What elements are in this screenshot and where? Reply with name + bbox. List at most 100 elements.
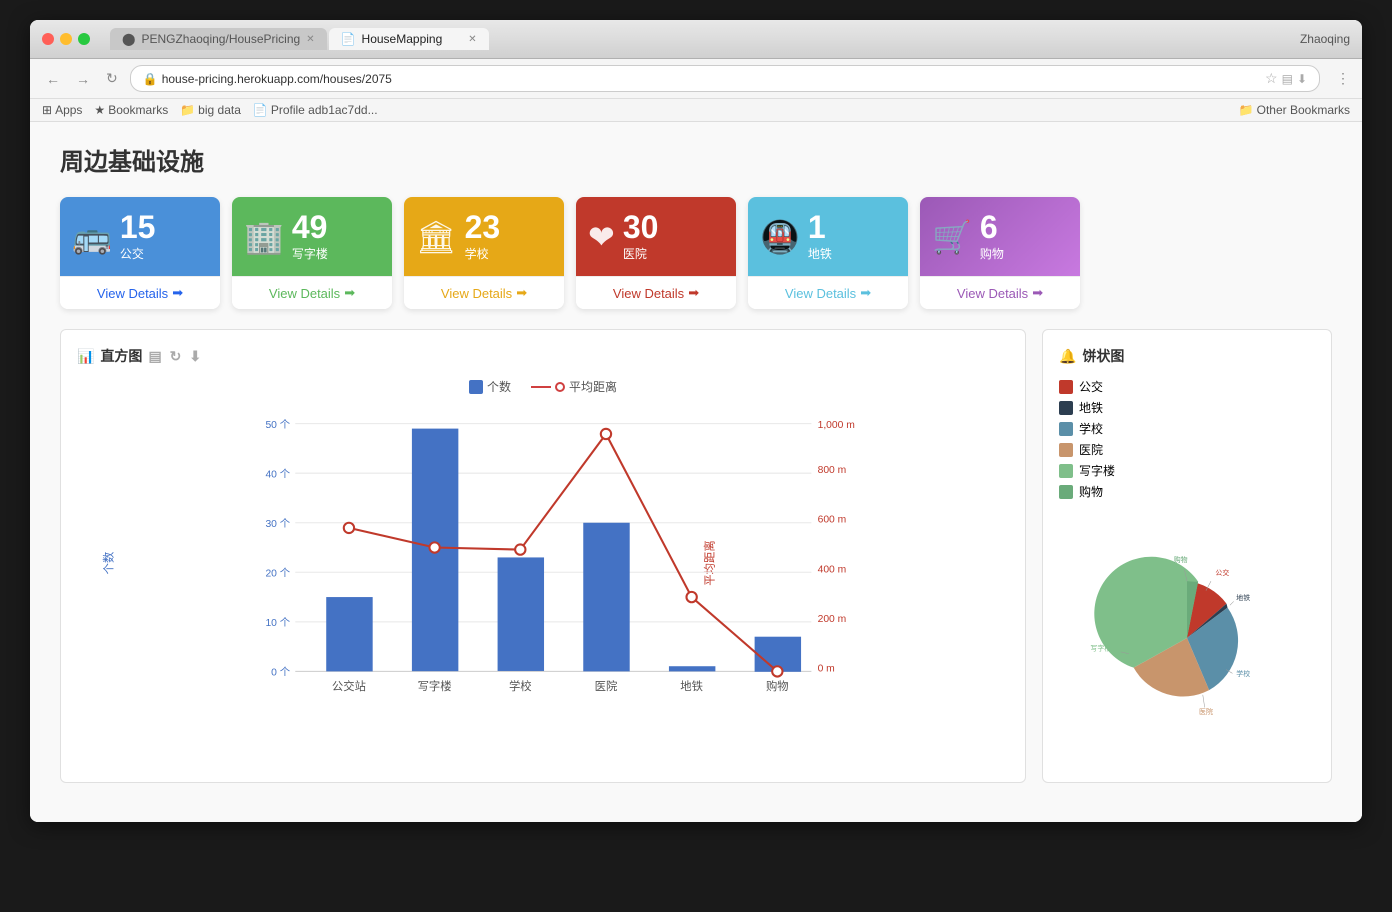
url-bar[interactable]: 🔒 house-pricing.herokuapp.com/houses/207… [130, 65, 1320, 92]
pie-svg: 公交 地铁 学校 医院 写字楼 购物 [1067, 518, 1307, 758]
charts-area: 📊 直方图 ▤ ↻ ⬇ 个数 [60, 329, 1332, 783]
metro-label: 地铁 [808, 245, 832, 262]
shopping-icon: 🛒 [932, 218, 972, 256]
pie-color-bus [1059, 380, 1073, 394]
hospital-view-details-button[interactable]: View Details ➡ [576, 276, 736, 309]
metro-view-details-button[interactable]: View Details ➡ [748, 276, 908, 309]
svg-text:600 m: 600 m [818, 515, 847, 526]
stat-card-school: 🏛 23 学校 View Details ➡ [404, 197, 564, 309]
line-point-school [515, 544, 525, 554]
tab-close-button[interactable]: ✕ [468, 34, 476, 45]
bookmark-apps[interactable]: ⊞ Apps [42, 103, 82, 117]
bar-metro[interactable] [669, 666, 715, 671]
svg-text:30 个: 30 个 [265, 518, 290, 530]
bookmark-profile[interactable]: 📄 Profile adb1ac7dd... [253, 103, 378, 117]
bus-view-details-button[interactable]: View Details ➡ [60, 276, 220, 309]
pie-container: 公交 地铁 学校 医院 写字楼 购物 [1059, 510, 1315, 766]
pie-color-hospital [1059, 443, 1073, 457]
bigdata-label: big data [198, 103, 241, 117]
tab-label: PENGZhaoqing/HousePricing [141, 32, 300, 46]
pie-color-metro [1059, 401, 1073, 415]
metro-count: 1 [808, 211, 826, 243]
folder-icon: 📁 [180, 103, 195, 117]
arrow-icon: ➡ [860, 285, 871, 301]
user-label: Zhaoqing [1300, 32, 1350, 46]
office-view-details-button[interactable]: View Details ➡ [232, 276, 392, 309]
browser-window: ⬤ PENGZhaoqing/HousePricing ✕ 📄 HouseMap… [30, 20, 1362, 822]
bar-hospital[interactable] [583, 523, 629, 672]
histogram-icon: 📊 [77, 348, 94, 365]
close-button[interactable] [42, 33, 54, 45]
bookmark-other[interactable]: 📁 Other Bookmarks [1239, 103, 1350, 117]
pie-label-text-bus: 公交 [1215, 568, 1229, 577]
bar-bus[interactable] [326, 597, 372, 671]
download-chart-icon[interactable]: ⬇ [189, 348, 201, 365]
menu-icon[interactable]: ⋮ [1336, 70, 1350, 87]
pie-label-text-school: 学校 [1236, 669, 1250, 678]
tab-close-button[interactable]: ✕ [306, 34, 314, 45]
svg-text:0 m: 0 m [818, 663, 835, 674]
svg-text:10 个: 10 个 [265, 617, 290, 629]
school-view-details-button[interactable]: View Details ➡ [404, 276, 564, 309]
stat-card-top-metro: 🚇 1 地铁 [748, 197, 908, 276]
chart-legend: 个数 平均距离 [77, 378, 1009, 395]
svg-text:400 m: 400 m [818, 564, 847, 575]
view-details-label: View Details [269, 286, 340, 301]
svg-text:40 个: 40 个 [265, 468, 290, 480]
view-details-label: View Details [613, 286, 684, 301]
hospital-count: 30 [623, 211, 659, 243]
stat-card-top-hospital: ❤ 30 医院 [576, 197, 736, 276]
back-button[interactable]: ← [42, 69, 64, 89]
nav-extra: ⋮ [1336, 70, 1350, 87]
line-point-office [429, 542, 439, 552]
bookmark-bookmarks[interactable]: ★ Bookmarks [94, 103, 168, 117]
office-label: 写字楼 [292, 245, 328, 262]
svg-text:购物: 购物 [766, 679, 789, 693]
page-content: 周边基础设施 🚌 15 公交 View Details ➡ [30, 122, 1362, 822]
pie-label-metro: 地铁 [1079, 399, 1103, 416]
shopping-label: 购物 [980, 245, 1004, 262]
pie-title: 🔔 饼状图 [1059, 346, 1315, 366]
pie-label-shopping: 购物 [1079, 483, 1103, 500]
stat-card-metro: 🚇 1 地铁 View Details ➡ [748, 197, 908, 309]
svg-text:1,000 m: 1,000 m [818, 420, 855, 431]
bar-school[interactable] [498, 557, 544, 671]
bookmark-bigdata[interactable]: 📁 big data [180, 103, 241, 117]
reload-button[interactable]: ↻ [102, 68, 122, 89]
bookmark-star-icon[interactable]: ☆ [1265, 70, 1278, 87]
table-icon[interactable]: ▤ [148, 348, 161, 365]
stat-card-top-shopping: 🛒 6 购物 [920, 197, 1080, 276]
pie-label-office: 写字楼 [1079, 462, 1115, 479]
avg-circle [555, 382, 565, 392]
pie-color-office [1059, 464, 1073, 478]
svg-text:公交站: 公交站 [332, 679, 366, 693]
chart-actions: ▤ ↻ ⬇ [148, 348, 201, 365]
svg-text:医院: 医院 [595, 679, 618, 693]
arrow-icon: ➡ [172, 285, 183, 301]
arrow-icon: ➡ [688, 285, 699, 301]
pie-label-bus: 公交 [1079, 378, 1103, 395]
svg-text:200 m: 200 m [818, 614, 847, 625]
tab-housemapping[interactable]: 📄 HouseMapping ✕ [329, 28, 489, 50]
profile-file-icon: 📄 [253, 103, 268, 117]
hospital-label: 医院 [623, 245, 647, 262]
pie-legend-hospital: 医院 [1059, 441, 1315, 458]
school-label: 学校 [465, 245, 489, 262]
maximize-button[interactable] [78, 33, 90, 45]
other-bookmarks-label: Other Bookmarks [1257, 103, 1350, 117]
minimize-button[interactable] [60, 33, 72, 45]
arrow-icon: ➡ [344, 285, 355, 301]
stat-card-top-bus: 🚌 15 公交 [60, 197, 220, 276]
refresh-icon[interactable]: ↻ [170, 348, 182, 365]
metro-icon: 🚇 [760, 218, 800, 256]
shopping-view-details-button[interactable]: View Details ➡ [920, 276, 1080, 309]
histogram-title: 📊 直方图 ▤ ↻ ⬇ [77, 346, 1009, 366]
tab-github[interactable]: ⬤ PENGZhaoqing/HousePricing ✕ [110, 28, 327, 50]
lock-icon: 🔒 [143, 72, 158, 86]
svg-text:800 m: 800 m [818, 465, 847, 476]
legend-avg-label: 平均距离 [569, 378, 617, 395]
svg-text:50 个: 50 个 [265, 419, 290, 431]
legend-count: 个数 [469, 378, 511, 395]
svg-text:写字楼: 写字楼 [418, 679, 452, 693]
forward-button[interactable]: → [72, 69, 94, 89]
